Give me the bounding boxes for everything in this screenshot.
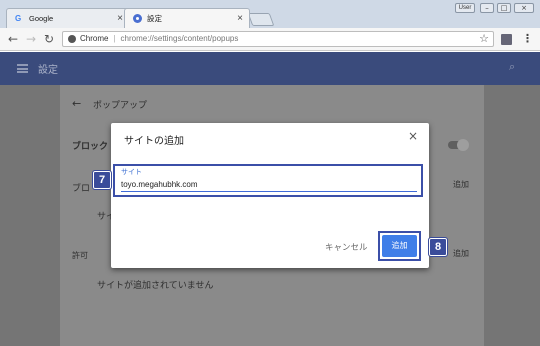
- site-input[interactable]: [121, 178, 417, 192]
- add-link[interactable]: 追加: [453, 248, 469, 259]
- address-site: Chrome: [80, 34, 109, 43]
- close-icon[interactable]: ×: [117, 13, 123, 24]
- site-field-label: サイト: [121, 168, 142, 176]
- address-url: chrome://settings/content/popups: [120, 34, 239, 43]
- appbar-title: 設定: [38, 65, 58, 76]
- google-icon: G: [15, 14, 22, 23]
- no-sites-text: サイトが追加されていません: [97, 281, 214, 291]
- browser-toolbar: ← → ↻ Chrome | chrome://settings/content…: [0, 28, 540, 51]
- block-section-label: ブロ: [72, 184, 91, 194]
- block-toggle[interactable]: [448, 139, 469, 151]
- step-badge: 8: [428, 237, 448, 257]
- settings-appbar: 設定 ⌕: [0, 52, 540, 85]
- new-tab-button[interactable]: [247, 13, 275, 26]
- bookmark-star-icon[interactable]: ☆: [479, 32, 489, 46]
- hamburger-menu-icon[interactable]: [17, 64, 28, 73]
- back-arrow-icon[interactable]: ←: [8, 32, 18, 46]
- search-icon[interactable]: ⌕: [509, 60, 515, 74]
- reload-icon[interactable]: ↻: [44, 32, 54, 46]
- add-link[interactable]: 追加: [453, 179, 469, 190]
- user-badge[interactable]: User: [455, 3, 475, 13]
- page-title: ポップアップ: [93, 101, 148, 111]
- tab-settings[interactable]: 設定 ×: [124, 8, 250, 28]
- back-arrow-icon[interactable]: ←: [72, 97, 81, 110]
- add-button[interactable]: 追加: [382, 235, 417, 257]
- block-label: ブロック (: [72, 142, 116, 152]
- browser-titlebar: G Google × 設定 × User – □ ×: [0, 0, 540, 28]
- maximize-icon[interactable]: □: [497, 3, 511, 13]
- dialog-title: サイトの追加: [124, 136, 184, 147]
- settings-gear-icon: [133, 14, 142, 23]
- allow-section-label: 許可: [72, 251, 88, 260]
- minimize-icon[interactable]: –: [480, 3, 494, 13]
- close-icon[interactable]: ×: [408, 129, 418, 143]
- tab-label: Google: [29, 14, 54, 23]
- address-separator: |: [113, 34, 116, 43]
- extension-icon[interactable]: [501, 34, 512, 45]
- menu-dots-icon[interactable]: ⋮: [522, 32, 533, 45]
- tab-google[interactable]: G Google ×: [6, 8, 130, 28]
- chrome-icon: [68, 35, 76, 43]
- add-button-highlight: 追加: [378, 231, 421, 261]
- site-field: サイト: [113, 164, 423, 197]
- cancel-button[interactable]: キャンセル: [325, 241, 368, 253]
- close-icon[interactable]: ×: [237, 13, 243, 24]
- tab-label: 設定: [147, 14, 162, 23]
- window-close-icon[interactable]: ×: [514, 3, 534, 13]
- forward-arrow-icon[interactable]: →: [26, 32, 36, 46]
- add-site-dialog: サイトの追加 × サイト キャンセル 追加: [111, 123, 429, 268]
- step-badge: 7: [92, 170, 112, 190]
- address-bar[interactable]: Chrome | chrome://settings/content/popup…: [62, 31, 494, 47]
